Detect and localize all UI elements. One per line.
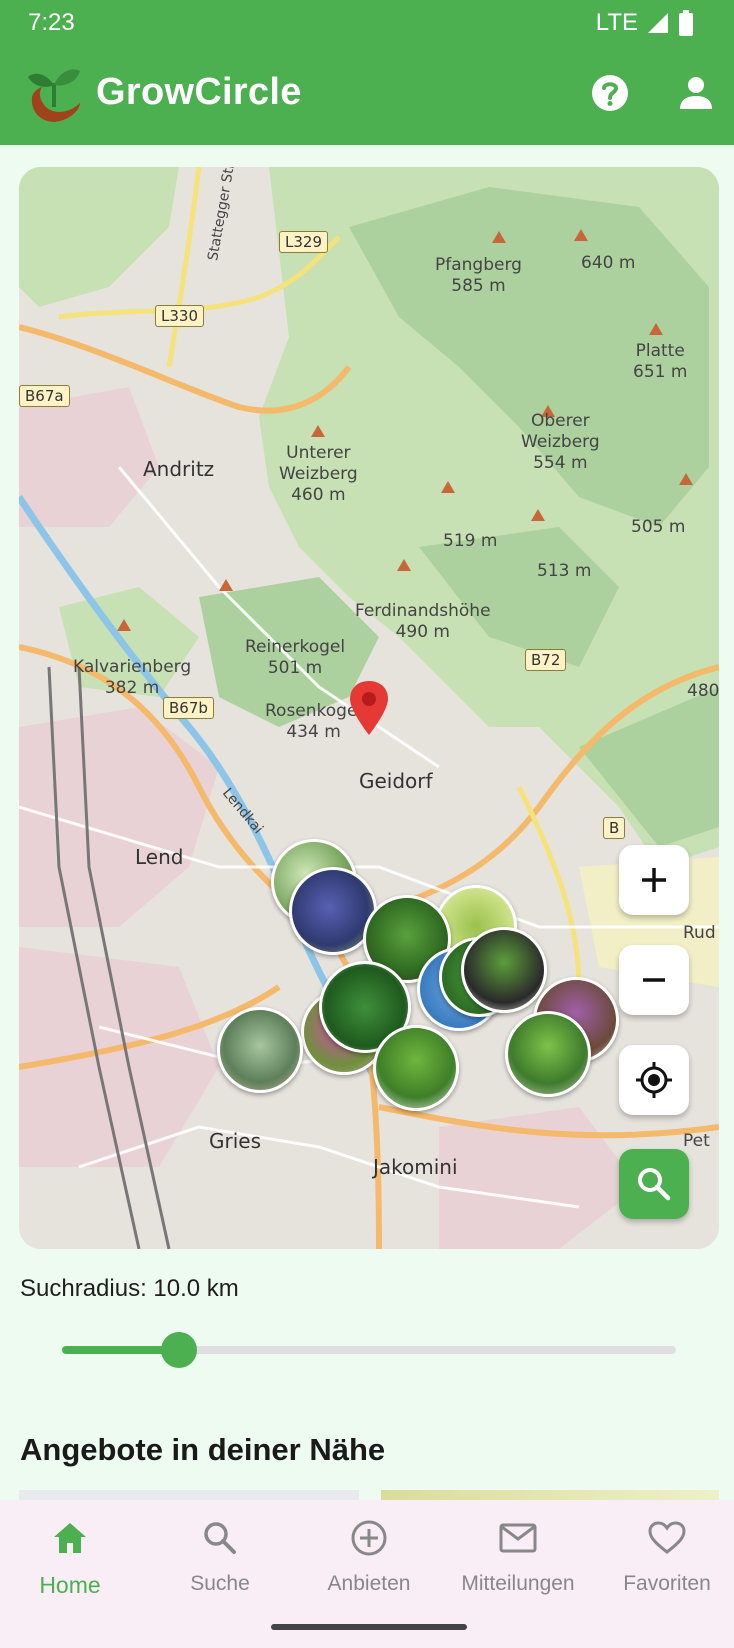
- offers-section-title: Angebote in deiner Nähe: [20, 1432, 386, 1467]
- app-title: GrowCircle: [96, 71, 302, 113]
- map-label-geidorf: Geidorf: [359, 769, 433, 793]
- nav-messages[interactable]: Mitteilungen: [444, 1518, 592, 1596]
- road-badge-l330: L330: [155, 305, 204, 327]
- account-button[interactable]: [672, 69, 720, 117]
- offer-marker[interactable]: [505, 1011, 591, 1097]
- nav-offer[interactable]: Anbieten: [295, 1518, 443, 1596]
- map-label-gries: Gries: [209, 1129, 262, 1153]
- road-badge-b: B: [603, 817, 626, 839]
- battery-icon: [679, 10, 693, 36]
- map-search-button[interactable]: [619, 1149, 689, 1219]
- offer-marker[interactable]: [461, 927, 547, 1013]
- my-location-icon: [636, 1062, 672, 1098]
- map-label-kalvarienberg: Kalvarienberg 382 m: [73, 657, 192, 698]
- nav-home[interactable]: Home: [0, 1518, 144, 1599]
- road-badge-b72: B72: [525, 649, 567, 671]
- plus-icon: [642, 868, 666, 892]
- road-badge-b67b: B67b: [163, 697, 214, 719]
- map-label-rud: Rud: [683, 923, 716, 943]
- home-indicator[interactable]: [271, 1624, 467, 1630]
- add-circle-icon: [351, 1520, 387, 1556]
- map-label-jakomini: Jakomini: [373, 1155, 458, 1179]
- my-location-button[interactable]: [619, 1045, 689, 1115]
- search-radius-slider[interactable]: [62, 1330, 676, 1370]
- nav-messages-label: Mitteilungen: [461, 1572, 575, 1595]
- zoom-in-button[interactable]: [619, 845, 689, 915]
- status-bar: 7:23 LTE: [0, 0, 734, 48]
- zoom-out-button[interactable]: [619, 945, 689, 1015]
- map-label-peak-513: 513 m: [537, 561, 592, 581]
- nav-offer-label: Anbieten: [327, 1572, 411, 1595]
- map-view[interactable]: Pfangberg 585 m 640 m Platte 651 m Andri…: [19, 167, 719, 1249]
- status-indicators: LTE: [596, 9, 694, 37]
- map-label-pfangberg: Pfangberg 585 m: [435, 255, 522, 296]
- help-circle-icon: [592, 75, 628, 111]
- mail-icon: [499, 1523, 537, 1553]
- nav-search[interactable]: Suche: [146, 1518, 294, 1596]
- map-label-unterer-weizberg: Unterer Weizberg 460 m: [279, 443, 358, 505]
- map-label-pet: Pet: [683, 1131, 710, 1151]
- location-pin-icon[interactable]: [348, 679, 390, 735]
- nav-home-label: Home: [39, 1572, 101, 1598]
- search-icon: [638, 1168, 671, 1201]
- map-label-ferdinandshoehe: Ferdinandshöhe 490 m: [355, 601, 491, 642]
- road-badge-l329: L329: [279, 231, 328, 253]
- status-time: 7:23: [28, 9, 75, 36]
- map-label-oberer-weizberg: Oberer Weizberg 554 m: [521, 411, 600, 473]
- slider-thumb[interactable]: [160, 1332, 197, 1368]
- map-label-peak-505: 505 m: [631, 517, 686, 537]
- nav-favorites-label: Favoriten: [623, 1572, 711, 1595]
- map-label-lend: Lend: [135, 845, 184, 869]
- account-icon: [680, 77, 712, 109]
- map-label-peak-640: 640 m: [581, 253, 636, 273]
- map-label-reinerkogel: Reinerkogel 501 m: [245, 637, 346, 678]
- offer-marker[interactable]: [373, 1025, 459, 1111]
- map-label-peak-480: 480: [687, 681, 719, 701]
- help-button[interactable]: [586, 69, 634, 117]
- home-icon: [54, 1523, 86, 1553]
- map-label-peak-519: 519 m: [443, 531, 498, 551]
- signal-icon: [648, 13, 668, 33]
- network-type: LTE: [595, 9, 638, 36]
- top-bar: 7:23 LTE GrowCircle: [0, 0, 734, 145]
- growcircle-logo-icon: [28, 69, 80, 122]
- road-badge-b67a: B67a: [19, 385, 70, 407]
- app-bar: GrowCircle: [0, 55, 734, 135]
- search-icon: [204, 1522, 236, 1554]
- search-radius-label: Suchradius: 10.0 km: [20, 1275, 239, 1302]
- nav-favorites[interactable]: Favoriten: [593, 1518, 734, 1596]
- heart-icon: [648, 1521, 686, 1554]
- nav-search-label: Suche: [190, 1572, 250, 1595]
- map-label-andritz: Andritz: [143, 457, 215, 481]
- offer-marker[interactable]: [217, 1007, 303, 1093]
- map-label-platte: Platte 651 m: [633, 341, 688, 382]
- minus-icon: [643, 978, 665, 982]
